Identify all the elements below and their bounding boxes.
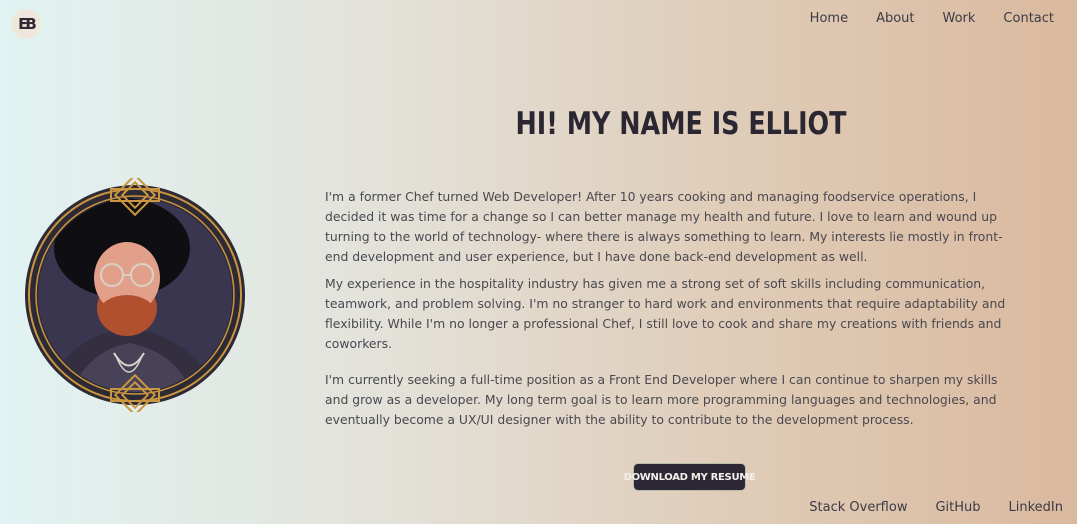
profile-portrait [24,173,246,417]
portrait-image [25,173,245,417]
top-nav: Home About Work Contact [782,11,1054,26]
bio-paragraph-1: I'm a former Chef turned Web Developer! … [325,189,1003,264]
logo[interactable]: EB [11,9,41,39]
bio-section: I'm a former Chef turned Web Developer! … [325,187,1015,437]
nav-work[interactable]: Work [943,11,976,26]
download-resume-button[interactable]: DOWNLOAD MY RESUME [624,463,756,491]
bio-paragraph-2: My experience in the hospitality industr… [325,276,1006,351]
social-links: Stack Overflow GitHub LinkedIn [781,500,1063,515]
link-linkedin[interactable]: LinkedIn [1009,500,1063,515]
link-stack-overflow[interactable]: Stack Overflow [809,500,907,515]
nav-contact[interactable]: Contact [1003,11,1054,26]
logo-text: EB [18,15,37,33]
link-github[interactable]: GitHub [935,500,980,515]
nav-home[interactable]: Home [810,11,848,26]
bio-paragraph-3: I'm currently seeking a full-time positi… [325,372,998,427]
page-title: HI! MY NAME IS ELLIOT [515,106,847,142]
nav-about[interactable]: About [876,11,914,26]
